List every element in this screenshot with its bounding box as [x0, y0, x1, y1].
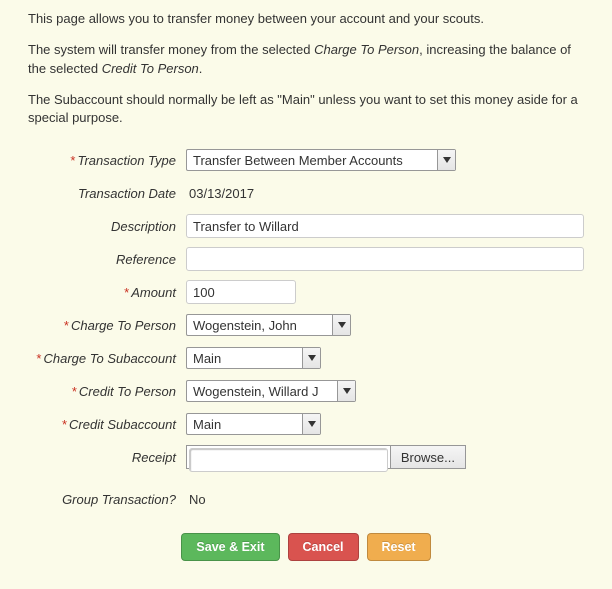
chevron-down-icon — [332, 315, 350, 335]
receipt-file-input[interactable]: Browse... — [186, 445, 466, 469]
label-charge-to-subaccount: *Charge To Subaccount — [28, 351, 186, 366]
label-reference: Reference — [28, 252, 186, 267]
browse-button[interactable]: Browse... — [390, 446, 465, 468]
label-credit-to-person: *Credit To Person — [28, 384, 186, 399]
transaction-type-select[interactable]: Transfer Between Member Accounts — [186, 149, 456, 171]
description-input[interactable] — [186, 214, 584, 238]
reset-button[interactable]: Reset — [367, 533, 431, 561]
label-charge-to-person: *Charge To Person — [28, 318, 186, 333]
intro-p1: This page allows you to transfer money b… — [28, 11, 484, 26]
credit-to-person-select[interactable]: Wogenstein, Willard J — [186, 380, 356, 402]
credit-subaccount-select[interactable]: Main — [186, 413, 321, 435]
cancel-button[interactable]: Cancel — [288, 533, 359, 561]
label-receipt: Receipt — [28, 450, 186, 465]
group-transaction-value: No — [186, 492, 206, 507]
charge-to-subaccount-select[interactable]: Main — [186, 347, 321, 369]
chevron-down-icon — [337, 381, 355, 401]
chevron-down-icon — [437, 150, 455, 170]
amount-input[interactable] — [186, 280, 296, 304]
transaction-date-value: 03/13/2017 — [186, 186, 254, 201]
chevron-down-icon — [302, 414, 320, 434]
charge-to-person-select[interactable]: Wogenstein, John — [186, 314, 351, 336]
intro-text: This page allows you to transfer money b… — [28, 10, 584, 128]
save-and-exit-button[interactable]: Save & Exit — [181, 533, 279, 561]
intro-p3: The Subaccount should normally be left a… — [28, 92, 578, 126]
reference-input[interactable] — [186, 247, 584, 271]
transfer-form: *Transaction Type Transfer Between Membe… — [28, 148, 584, 561]
chevron-down-icon — [302, 348, 320, 368]
label-amount: *Amount — [28, 285, 186, 300]
label-transaction-type: *Transaction Type — [28, 153, 186, 168]
receipt-path-field[interactable] — [189, 448, 388, 472]
label-transaction-date: Transaction Date — [28, 186, 186, 201]
label-credit-subaccount: *Credit Subaccount — [28, 417, 186, 432]
label-group-transaction: Group Transaction? — [28, 492, 186, 507]
label-description: Description — [28, 219, 186, 234]
